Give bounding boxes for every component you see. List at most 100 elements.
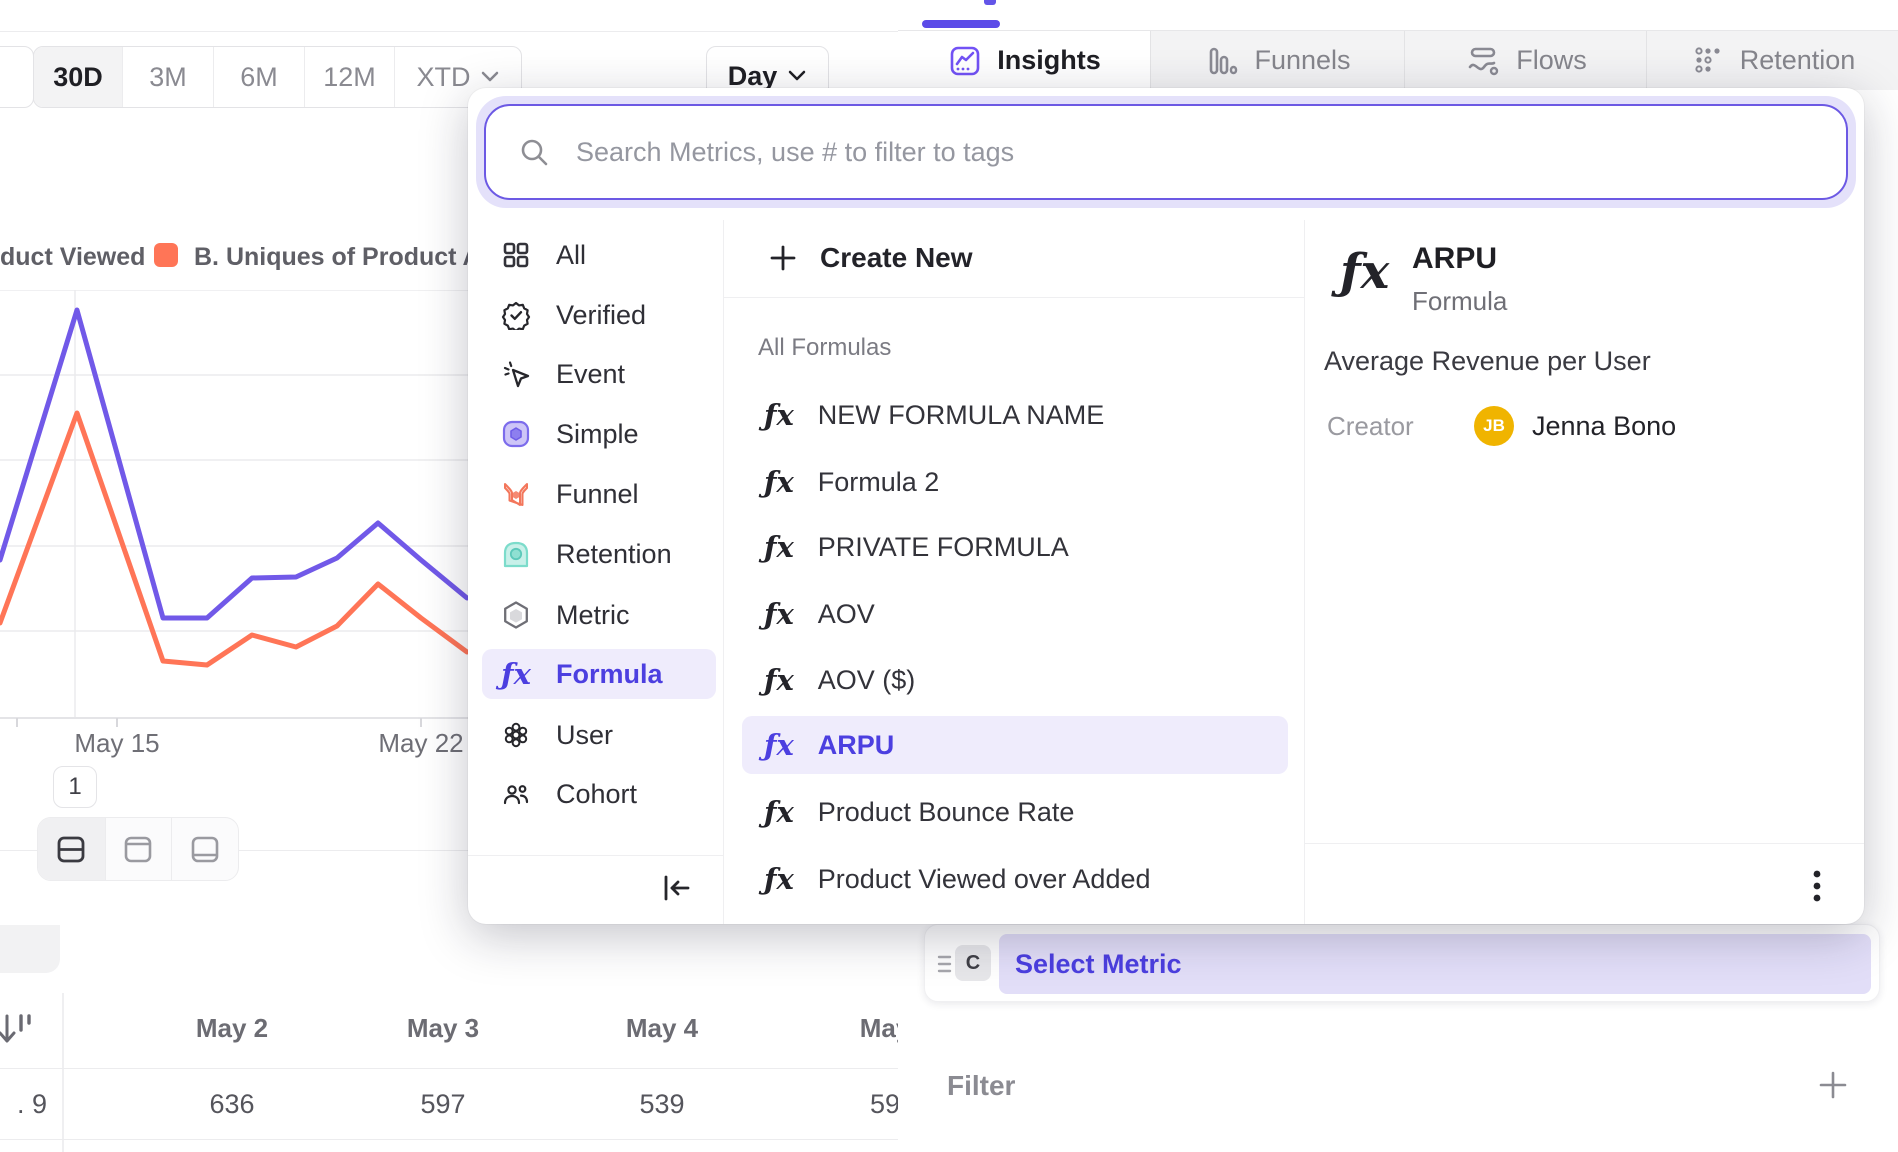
layout-chart-only-button[interactable] <box>105 818 172 880</box>
formula-fx-icon: ƒx <box>764 731 794 760</box>
formula-item[interactable]: ƒx PRIVATE FORMULA <box>742 518 1288 576</box>
x-axis-label: May 15 <box>74 728 159 759</box>
create-new-button[interactable]: Create New <box>768 234 973 282</box>
range-button-12m[interactable]: 12M <box>304 47 394 107</box>
table-header-may4[interactable]: May 4 <box>626 1013 698 1044</box>
category-label: Formula <box>556 659 663 690</box>
range-button-3m[interactable]: 3M <box>122 47 213 107</box>
formula-item[interactable]: ƒx Product Bounce Rate <box>742 783 1288 841</box>
chevron-down-icon <box>480 70 500 84</box>
tab-flows-label: Flows <box>1516 45 1587 76</box>
table-row-divider <box>0 1139 898 1140</box>
grid-icon <box>500 240 532 270</box>
formula-item-label: Formula 2 <box>818 467 940 498</box>
active-nav-indicator <box>922 20 1000 28</box>
formula-item-arpu-selected[interactable]: ƒx ARPU <box>742 716 1288 774</box>
category-metric[interactable]: Metric <box>482 590 716 640</box>
formula-item-label: ARPU <box>818 730 895 761</box>
table-column-divider <box>62 993 64 1152</box>
category-label: Verified <box>556 300 646 331</box>
funnels-bars-icon <box>1204 43 1240 79</box>
legend-series-a-label[interactable]: duct Viewed <box>0 243 145 272</box>
category-footer-divider <box>468 855 724 856</box>
card-top-border <box>0 31 898 32</box>
formula-fx-icon: ƒx <box>764 865 794 894</box>
series-page-badge[interactable]: 1 <box>53 766 97 808</box>
event-cursor-icon <box>500 359 532 389</box>
app-window: 30D 3M 6M 12M XTD Day Insights <box>0 0 1898 1152</box>
x-axis-label: May 22 <box>378 728 463 759</box>
category-label: Simple <box>556 419 639 450</box>
metric-picker-modal: All Verified Event Simple Funnel <box>468 88 1864 924</box>
category-verified[interactable]: Verified <box>482 290 716 340</box>
detail-column-divider <box>1304 220 1305 924</box>
formula-fx-icon: ƒx <box>500 660 532 689</box>
legend-series-b-swatch <box>154 243 178 267</box>
sort-descending-icon[interactable] <box>0 1008 38 1052</box>
table-cell: 539 <box>639 1089 684 1120</box>
select-metric-button[interactable]: Select Metric <box>999 934 1871 994</box>
creator-label: Creator <box>1327 411 1414 442</box>
line-chart[interactable]: May 15 May 22 <box>0 290 470 760</box>
category-label: Metric <box>556 600 630 631</box>
add-filter-button[interactable] <box>1816 1068 1850 1102</box>
category-all[interactable]: All <box>482 230 716 280</box>
layout-table-only-button[interactable] <box>171 818 238 880</box>
category-label: All <box>556 240 586 271</box>
formula-item[interactable]: ƒxFormula 2 <box>742 453 1288 511</box>
category-formula[interactable]: ƒx Formula <box>482 649 716 699</box>
category-cohort[interactable]: Cohort <box>482 769 716 819</box>
more-options-button[interactable] <box>1795 864 1839 908</box>
table-cell: 597 <box>420 1089 465 1120</box>
formula-item[interactable]: ƒxAOV <box>742 585 1288 643</box>
category-label: Funnel <box>556 479 639 510</box>
table-header-may3[interactable]: May 3 <box>407 1013 479 1044</box>
range-button-6m[interactable]: 6M <box>213 47 304 107</box>
search-input[interactable] <box>576 137 1776 168</box>
verified-badge-icon <box>500 300 532 330</box>
search-icon <box>518 136 550 168</box>
layout-toggle-group <box>37 817 239 881</box>
category-label: Retention <box>556 539 672 570</box>
category-user[interactable]: User <box>482 710 716 760</box>
category-funnel[interactable]: Funnel <box>482 469 716 519</box>
search-field-container <box>484 104 1848 200</box>
range-button-partial[interactable] <box>0 46 34 108</box>
drag-handle-icon[interactable] <box>937 952 953 976</box>
chevron-down-icon <box>787 69 807 83</box>
user-cluster-icon <box>500 720 532 750</box>
category-retention[interactable]: Retention <box>482 529 716 579</box>
tab-flows[interactable]: Flows <box>1404 31 1646 90</box>
formula-fx-icon: ƒx <box>764 798 794 827</box>
range-button-xtd-label: XTD <box>417 62 471 93</box>
tab-insights[interactable]: Insights <box>898 31 1150 90</box>
layout-chart-only-icon <box>120 831 156 867</box>
category-simple[interactable]: Simple <box>482 409 716 459</box>
layout-split-button[interactable] <box>38 818 105 880</box>
detail-title: ARPU <box>1412 242 1497 276</box>
formula-item-label: AOV <box>818 599 875 630</box>
flows-waves-icon <box>1464 43 1502 79</box>
formula-item[interactable]: ƒxProduct Viewed over Added <box>742 850 1288 908</box>
collapse-panel-button[interactable] <box>654 868 698 908</box>
collapse-left-icon <box>659 873 693 903</box>
tab-retention-label: Retention <box>1740 45 1856 76</box>
layout-table-only-icon <box>187 831 223 867</box>
formula-item[interactable]: ƒxNEW FORMULA NAME <box>742 386 1288 444</box>
table-corner-tab <box>0 925 60 973</box>
cohort-people-icon <box>500 779 532 809</box>
funnel-icon <box>500 479 532 509</box>
formula-item[interactable]: ƒxAOV ($) <box>742 651 1288 709</box>
formula-item-label: PRIVATE FORMULA <box>818 532 1069 563</box>
tab-funnels[interactable]: Funnels <box>1150 31 1404 90</box>
formula-fx-icon: ƒx <box>764 533 794 562</box>
select-metric-label: Select Metric <box>1015 949 1182 980</box>
legend-series-b-label[interactable]: B. Uniques of Product Add <box>194 243 511 272</box>
formula-item-label: Product Bounce Rate <box>818 797 1075 828</box>
category-column-divider <box>723 220 724 924</box>
category-event[interactable]: Event <box>482 349 716 399</box>
tab-retention[interactable]: Retention <box>1646 31 1898 90</box>
category-label: User <box>556 720 613 751</box>
range-button-30d[interactable]: 30D <box>34 47 122 107</box>
table-header-may2[interactable]: May 2 <box>196 1013 268 1044</box>
